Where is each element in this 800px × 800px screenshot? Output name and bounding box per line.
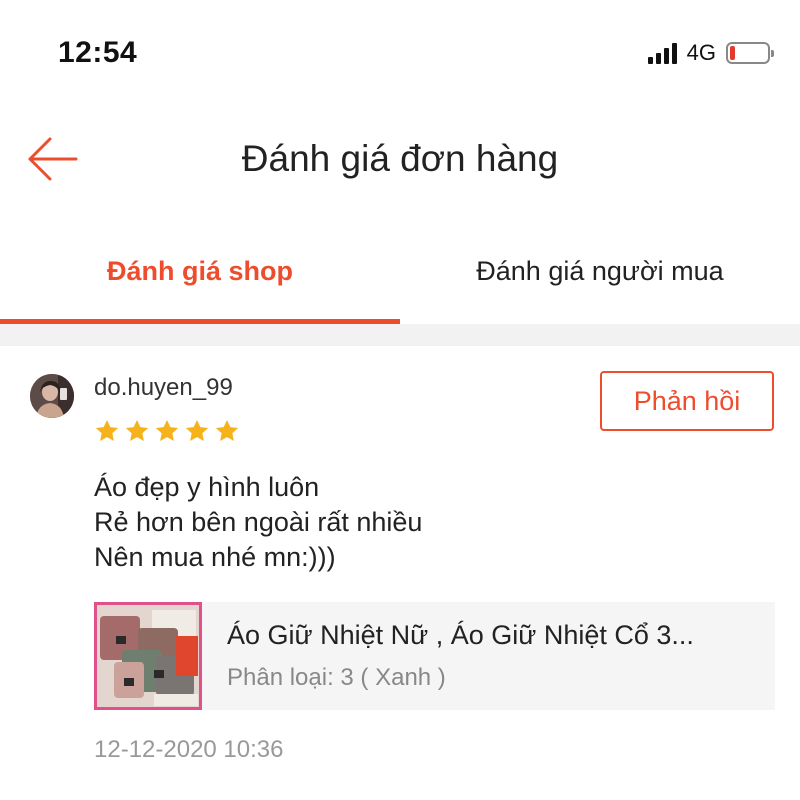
tab-buyer-reviews[interactable]: Đánh giá người mua: [400, 240, 800, 326]
comment-line: Rẻ hơn bên ngoài rất nhiều: [94, 507, 423, 537]
star-icon: [185, 419, 209, 441]
status-indicators: 4G: [647, 38, 774, 68]
comment-line: Áo đẹp y hình luôn: [94, 472, 320, 502]
network-type: 4G: [686, 40, 716, 65]
tab-bar: Đánh giá shop Đánh giá người mua: [0, 240, 800, 326]
status-time: 12:54: [58, 36, 138, 69]
product-variant: Phân loại: 3 ( Xanh ): [227, 664, 446, 691]
battery-level: [730, 46, 736, 60]
reviewer-username: do.huyen_99: [94, 374, 233, 401]
header: Đánh giá đơn hàng: [0, 120, 800, 200]
product-card[interactable]: Áo Giữ Nhiệt Nữ , Áo Giữ Nhiệt Cổ 3... P…: [94, 602, 775, 710]
signal-icon: [647, 42, 677, 64]
star-rating: [94, 418, 240, 444]
star-icon: [125, 419, 149, 441]
section-divider: [0, 324, 800, 346]
avatar: [30, 374, 74, 418]
product-thumbnail: [94, 602, 202, 710]
review-card: do.huyen_99 Phản hồi Áo đẹp y hình luôn …: [0, 346, 800, 800]
page-title: Đánh giá đơn hàng: [241, 138, 559, 179]
star-icon: [215, 419, 239, 441]
product-name: Áo Giữ Nhiệt Nữ , Áo Giữ Nhiệt Cổ 3...: [227, 620, 694, 650]
review-timestamp: 12-12-2020 10:36: [94, 736, 284, 763]
reply-button[interactable]: Phản hồi: [600, 371, 774, 431]
review-comment: Áo đẹp y hình luôn Rẻ hơn bên ngoài rất …: [94, 470, 422, 575]
star-icon: [155, 419, 179, 441]
battery-icon: [726, 42, 774, 64]
tab-shop-reviews[interactable]: Đánh giá shop: [0, 240, 400, 326]
comment-line: Nên mua nhé mn:))): [94, 542, 336, 572]
star-icon: [95, 419, 119, 441]
status-bar: 12:54 4G: [0, 0, 800, 100]
